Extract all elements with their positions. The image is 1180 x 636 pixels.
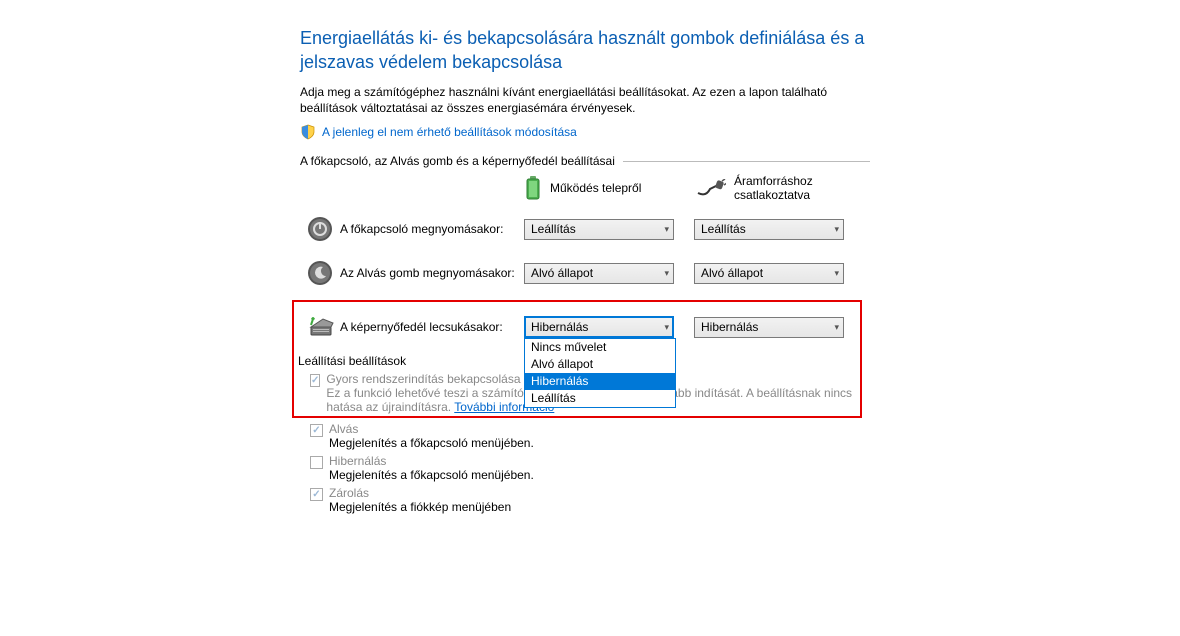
dropdown-option[interactable]: Leállítás bbox=[525, 390, 675, 407]
column-plugged-in: Áramforráshoz csatlakoztatva bbox=[696, 174, 852, 202]
lock-checkbox bbox=[310, 488, 323, 501]
sleep-option-row: Alvás Megjelenítés a főkapcsoló menüjébe… bbox=[310, 422, 870, 450]
battery-icon bbox=[524, 175, 542, 201]
dropdown-option[interactable]: Nincs művelet bbox=[525, 339, 675, 356]
buttons-section-header: A főkapcsoló, az Alvás gomb és a képerny… bbox=[300, 154, 870, 168]
power-options-panel: Energiaellátás ki- és bekapcsolására has… bbox=[0, 0, 870, 514]
chevron-down-icon: ▾ bbox=[664, 322, 669, 333]
modify-settings-row[interactable]: A jelenleg el nem érhető beállítások mód… bbox=[300, 124, 870, 140]
hibernate-option-desc: Megjelenítés a főkapcsoló menüjében. bbox=[329, 468, 534, 482]
chevron-down-icon: ▾ bbox=[664, 268, 669, 279]
dropdown-option[interactable]: Alvó állapot bbox=[525, 356, 675, 373]
power-button-ac-combo[interactable]: Leállítás ▾ bbox=[694, 219, 844, 240]
power-button-row: A főkapcsoló megnyomásakor: Leállítás ▾ … bbox=[300, 212, 870, 246]
fast-startup-checkbox bbox=[310, 374, 320, 387]
lid-close-battery-combo[interactable]: Hibernálás ▾ Nincs művelet Alvó állapot … bbox=[524, 316, 674, 338]
combo-value: Leállítás bbox=[531, 222, 576, 236]
lock-option-row: Zárolás Megjelenítés a fiókkép menüjében bbox=[310, 486, 870, 514]
buttons-section-title: A főkapcsoló, az Alvás gomb és a képerny… bbox=[300, 154, 615, 168]
combo-value: Alvó állapot bbox=[701, 266, 763, 280]
modify-settings-link[interactable]: A jelenleg el nem érhető beállítások mód… bbox=[322, 125, 577, 139]
page-description: Adja meg a számítógéphez használni kíván… bbox=[300, 84, 860, 116]
sleep-checkbox bbox=[310, 424, 323, 437]
chevron-down-icon: ▾ bbox=[834, 322, 839, 333]
hibernate-checkbox bbox=[310, 456, 323, 469]
dropdown-option-selected[interactable]: Hibernálás bbox=[525, 373, 675, 390]
sleep-option-label: Alvás bbox=[329, 422, 534, 436]
combo-value: Hibernálás bbox=[531, 320, 588, 334]
laptop-lid-icon bbox=[305, 315, 335, 339]
column-plugged-in-label: Áramforráshoz csatlakoztatva bbox=[734, 174, 852, 202]
sleep-option-desc: Megjelenítés a főkapcsoló menüjében. bbox=[329, 436, 534, 450]
chevron-down-icon: ▾ bbox=[834, 224, 839, 235]
shield-icon bbox=[300, 124, 316, 140]
chevron-down-icon: ▾ bbox=[664, 224, 669, 235]
lock-option-desc: Megjelenítés a fiókkép menüjében bbox=[329, 500, 511, 514]
page-title: Energiaellátás ki- és bekapcsolására has… bbox=[300, 26, 870, 74]
sleep-button-row: Az Alvás gomb megnyomásakor: Alvó állapo… bbox=[300, 256, 870, 290]
power-button-battery-combo[interactable]: Leállítás ▾ bbox=[524, 219, 674, 240]
column-on-battery-label: Működés telepről bbox=[550, 181, 641, 195]
sleep-button-battery-combo[interactable]: Alvó állapot ▾ bbox=[524, 263, 674, 284]
combo-value: Leállítás bbox=[701, 222, 746, 236]
lid-close-battery-dropdown[interactable]: Nincs művelet Alvó állapot Hibernálás Le… bbox=[524, 338, 676, 408]
sleep-button-icon bbox=[307, 260, 333, 286]
lid-close-ac-combo[interactable]: Hibernálás ▾ bbox=[694, 317, 844, 338]
combo-value: Hibernálás bbox=[701, 320, 758, 334]
sleep-button-label: Az Alvás gomb megnyomásakor: bbox=[340, 266, 524, 280]
lid-close-row: A képernyőfedél lecsukásakor: Hibernálás… bbox=[300, 310, 854, 344]
hibernate-option-label: Hibernálás bbox=[329, 454, 534, 468]
column-on-battery: Működés telepről bbox=[524, 174, 680, 202]
hibernate-option-row: Hibernálás Megjelenítés a főkapcsoló men… bbox=[310, 454, 870, 482]
lock-option-label: Zárolás bbox=[329, 486, 511, 500]
power-button-icon bbox=[307, 216, 333, 242]
sleep-button-ac-combo[interactable]: Alvó állapot ▾ bbox=[694, 263, 844, 284]
power-button-label: A főkapcsoló megnyomásakor: bbox=[340, 222, 524, 236]
highlight-box: A képernyőfedél lecsukásakor: Hibernálás… bbox=[292, 300, 862, 418]
plug-icon bbox=[696, 179, 726, 197]
divider bbox=[623, 161, 870, 162]
combo-value: Alvó állapot bbox=[531, 266, 593, 280]
lid-close-label: A képernyőfedél lecsukásakor: bbox=[340, 320, 524, 334]
chevron-down-icon: ▾ bbox=[834, 268, 839, 279]
column-headers: Működés telepről Áramforráshoz csatlakoz… bbox=[300, 174, 870, 202]
